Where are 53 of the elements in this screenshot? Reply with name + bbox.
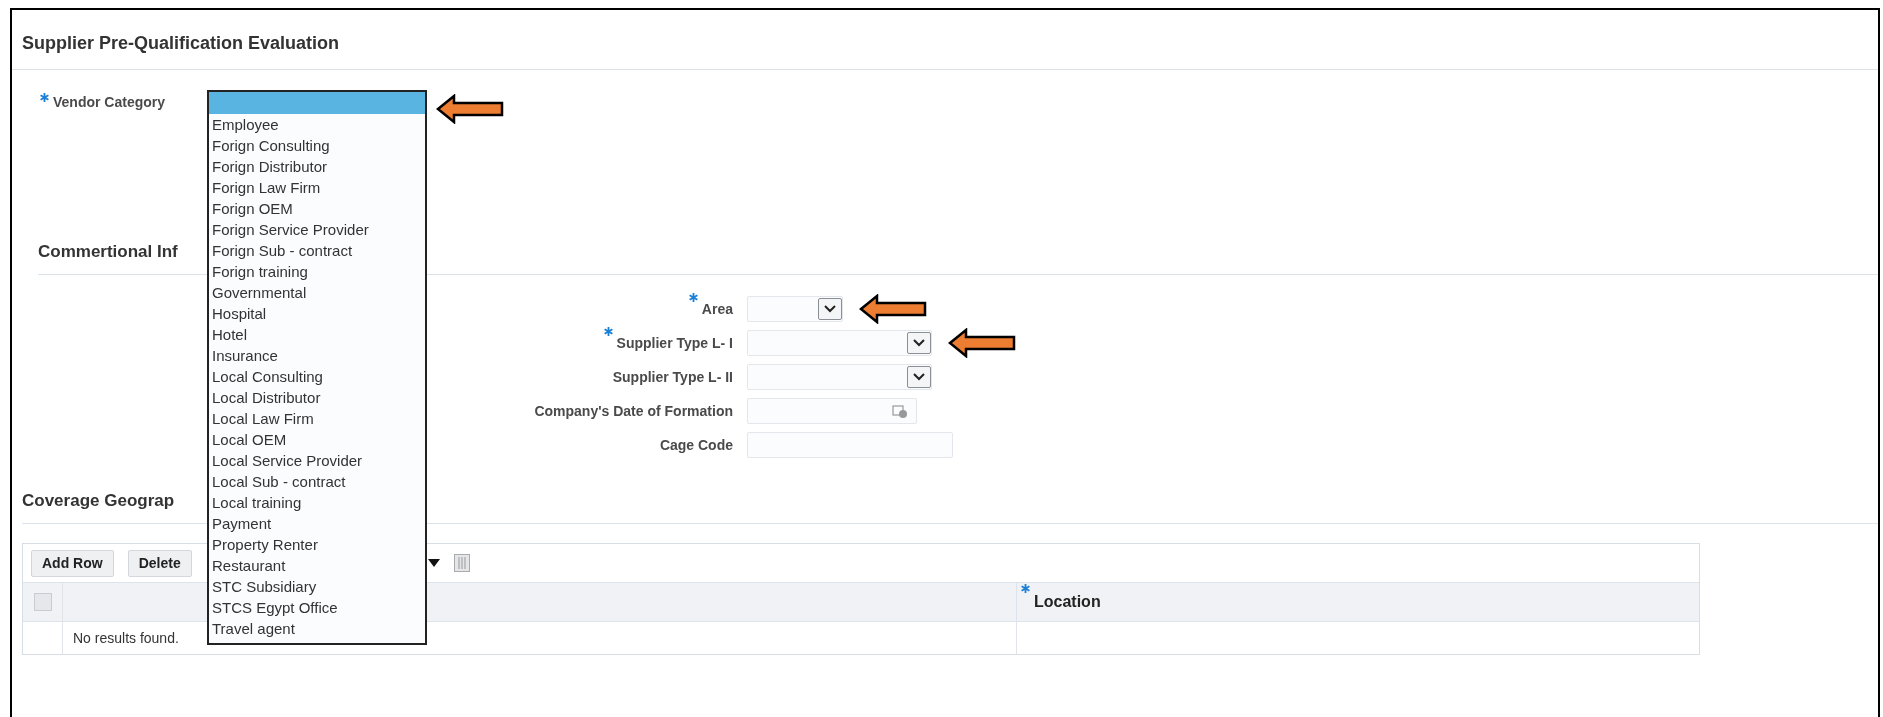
dropdown-option[interactable]: Payment bbox=[209, 513, 425, 534]
toolbar-button[interactable]: Delete bbox=[127, 549, 192, 577]
dropdown-option[interactable]: Forign Sub - contract bbox=[209, 240, 425, 261]
columns-icon[interactable] bbox=[453, 554, 470, 572]
dropdown-option[interactable]: Employee bbox=[209, 114, 425, 135]
dropdown-option[interactable]: STC Subsidiary bbox=[209, 576, 425, 597]
date-field[interactable] bbox=[747, 398, 917, 424]
dropdown-option[interactable]: Forign Consulting bbox=[209, 135, 425, 156]
field-label: Area bbox=[701, 299, 733, 319]
page-title: Supplier Pre-Qualification Evaluation bbox=[22, 32, 340, 55]
dropdown-option[interactable]: Local training bbox=[209, 492, 425, 513]
field-label: Supplier Type L- I bbox=[616, 333, 733, 353]
dropdown-option[interactable]: Forign Law Firm bbox=[209, 177, 425, 198]
dropdown-option[interactable]: Forign Distributor bbox=[209, 156, 425, 177]
column-header: Location bbox=[1034, 592, 1101, 612]
dropdown-button[interactable] bbox=[818, 298, 842, 320]
dropdown-option[interactable]: Local Sub - contract bbox=[209, 471, 425, 492]
field-label: Supplier Type L- II bbox=[612, 367, 733, 387]
dropdown-option[interactable]: STCS Egypt Office bbox=[209, 597, 425, 618]
calendar-icon[interactable] bbox=[892, 403, 908, 419]
input-field[interactable] bbox=[747, 432, 953, 458]
dropdown-option[interactable]: Local Law Firm bbox=[209, 408, 425, 429]
dropdown-option[interactable]: Property Renter bbox=[209, 534, 425, 555]
chevron-icon bbox=[824, 305, 836, 313]
field-label: Company's Date of Formation bbox=[534, 401, 733, 421]
empty-message: No results found. bbox=[73, 628, 179, 648]
dropdown-option[interactable]: Local OEM bbox=[209, 429, 425, 450]
caret-icon[interactable] bbox=[427, 558, 440, 568]
section-heading: Coverage Geograp bbox=[22, 489, 175, 512]
chevron-icon bbox=[913, 339, 925, 347]
dropdown-option[interactable]: Hospital bbox=[209, 303, 425, 324]
dropdown-option[interactable]: Restaurant bbox=[209, 555, 425, 576]
dropdown-option[interactable]: Local Consulting bbox=[209, 366, 425, 387]
dropdown-option[interactable]: Local Service Provider bbox=[209, 450, 425, 471]
toolbar-button[interactable]: Add Row bbox=[31, 549, 114, 577]
checkbox[interactable] bbox=[33, 593, 52, 611]
field-label: Cage Code bbox=[659, 435, 733, 455]
dropdown-option[interactable]: Governmental bbox=[209, 282, 425, 303]
dropdown-option[interactable]: Forign OEM bbox=[209, 198, 425, 219]
dropdown-option[interactable]: Local Distributor bbox=[209, 387, 425, 408]
section-heading: Commertional Inf bbox=[38, 240, 178, 263]
dropdown-option[interactable]: Forign training bbox=[209, 261, 425, 282]
dropdown-button[interactable] bbox=[907, 332, 931, 354]
dropdown-option[interactable]: Hotel bbox=[209, 324, 425, 345]
select-field[interactable] bbox=[747, 296, 843, 322]
dropdown-option[interactable]: Insurance bbox=[209, 345, 425, 366]
dropdown-option[interactable]: Travel agent bbox=[209, 618, 425, 639]
select-field[interactable] bbox=[747, 330, 932, 356]
field-label: Vendor Category bbox=[53, 93, 166, 112]
dropdown-option[interactable]: Forign Service Provider bbox=[209, 219, 425, 240]
select-field[interactable] bbox=[747, 364, 932, 390]
dropdown-button[interactable] bbox=[907, 366, 931, 388]
chevron-icon bbox=[913, 373, 925, 381]
